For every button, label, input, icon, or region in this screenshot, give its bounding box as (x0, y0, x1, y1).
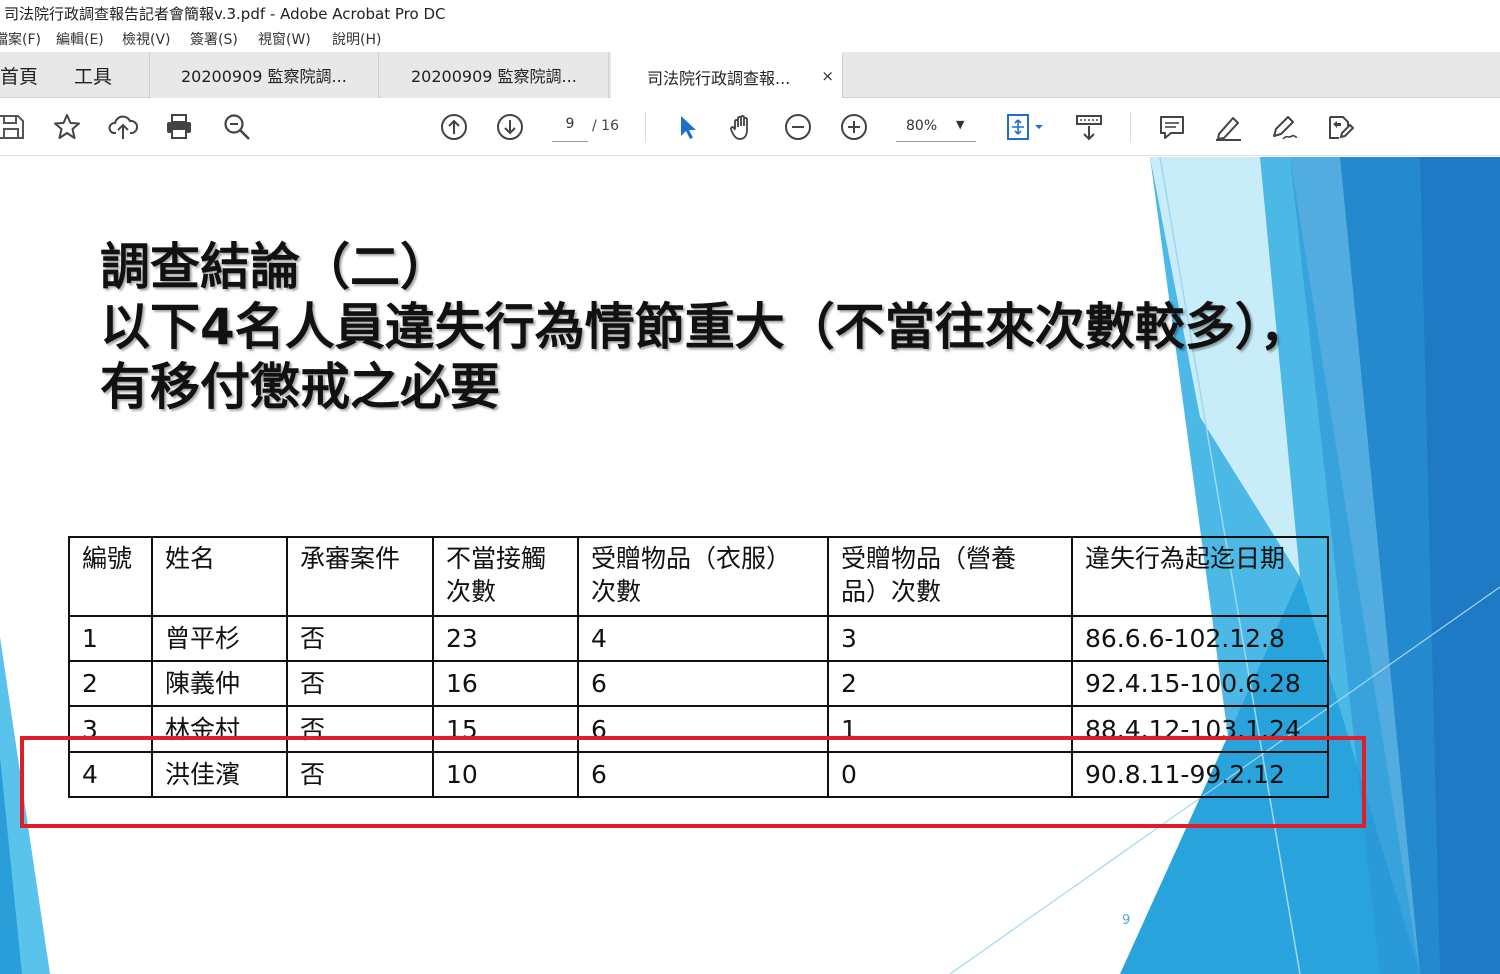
zoom-out-icon[interactable] (781, 110, 815, 144)
tab-document-3-label: 司法院行政調查報... (647, 68, 791, 88)
zoom-level-select[interactable]: 80% ▼ (896, 116, 976, 142)
header-cell-supplements: 受贈物品（營養 品）次數 (827, 536, 1073, 617)
slide-title: 調查結論（二） 以下4名人員違失行為情節重大（不當往來次數較多）， 有移付懲戒之… (100, 237, 1360, 417)
slide-page-number: 9 (1122, 913, 1131, 928)
table-cell: 否 (286, 615, 434, 662)
table-cell: 86.6.6-102.12.8 (1071, 615, 1329, 662)
table-cell: 曾平杉 (151, 615, 288, 662)
tab-close-icon[interactable]: × (821, 67, 834, 85)
tab-document-3[interactable]: 司法院行政調查報... × (611, 52, 843, 99)
fit-page-icon[interactable] (1000, 110, 1048, 144)
table-cell: 23 (432, 615, 579, 662)
comment-icon[interactable] (1155, 110, 1189, 144)
header-cell-case: 承審案件 (286, 536, 434, 617)
table-header-row: 編號 姓名 承審案件 不當接觸 次數 受贈物品（衣服） 次數 受贈物品（營養 品）次數… (68, 536, 1329, 617)
table-cell: 6 (577, 660, 829, 707)
save-icon[interactable] (0, 110, 28, 144)
window-title: 司法院行政調查報告記者會簡報v.3.pdf - Adobe Acrobat Pr… (4, 5, 446, 23)
table-cell: 2 (827, 660, 1073, 707)
search-zoom-icon[interactable] (220, 110, 254, 144)
slide-title-line-2: 以下4名人員違失行為情節重大（不當往來次數較多）， (100, 298, 1310, 356)
slide-title-line-1: 調查結論（二） (100, 238, 450, 296)
menu-bar: 檔案(F) 編輯(E) 檢視(V) 簽署(S) 視窗(W) 說明(H) (0, 25, 1500, 51)
table-cell: 陳義仲 (151, 660, 288, 707)
menu-file[interactable]: 檔案(F) (0, 29, 41, 49)
highlight-annotation-box (20, 736, 1366, 828)
scroll-mode-icon[interactable] (1072, 110, 1106, 144)
header-cell-contacts: 不當接觸 次數 (432, 536, 579, 617)
highlight-pen-icon[interactable] (1211, 110, 1245, 144)
table-cell: 1 (68, 615, 153, 662)
tab-bar: 首頁 工具 20200909 監察院調... 20200909 監察院調... … (0, 52, 1500, 99)
tab-document-1[interactable]: 20200909 監察院調... (151, 52, 379, 98)
menu-window[interactable]: 視窗(W) (258, 29, 311, 49)
previous-page-icon[interactable] (437, 110, 471, 144)
next-page-icon[interactable] (493, 110, 527, 144)
select-cursor-icon[interactable] (670, 110, 704, 144)
header-cell-clothes: 受贈物品（衣服） 次數 (577, 536, 829, 617)
bookmark-star-icon[interactable] (50, 110, 84, 144)
fill-sign-icon[interactable] (1323, 110, 1357, 144)
header-cell-dates: 違失行為起迄日期 (1071, 536, 1329, 617)
menu-edit[interactable]: 編輯(E) (56, 29, 104, 49)
document-viewport[interactable]: 調查結論（二） 以下4名人員違失行為情節重大（不當往來次數較多）， 有移付懲戒之… (0, 157, 1500, 974)
table-cell: 否 (286, 660, 434, 707)
table-row: 1 曾平杉 否 23 4 3 86.6.6-102.12.8 (68, 615, 1329, 662)
window-titlebar: 司法院行政調查報告記者會簡報v.3.pdf - Adobe Acrobat Pr… (0, 0, 1500, 24)
tab-home-tools: 首頁 工具 (0, 52, 150, 98)
zoom-in-icon[interactable] (837, 110, 871, 144)
table-row: 2 陳義仲 否 16 6 2 92.4.15-100.6.28 (68, 660, 1329, 707)
tab-document-1-label: 20200909 監察院調... (181, 67, 347, 86)
tab-tools[interactable]: 工具 (74, 62, 112, 89)
header-cell-id: 編號 (68, 536, 153, 617)
table-cell: 4 (577, 615, 829, 662)
table-cell: 16 (432, 660, 579, 707)
chevron-down-icon: ▼ (956, 118, 965, 131)
page-number-input[interactable]: 9 (552, 116, 588, 142)
menu-view[interactable]: 檢視(V) (122, 29, 171, 49)
toolbar-divider (645, 112, 646, 142)
zoom-level-value: 80% (906, 118, 938, 134)
tab-document-2-label: 20200909 監察院調... (411, 67, 577, 86)
sign-pen-icon[interactable] (1267, 110, 1301, 144)
hand-tool-icon[interactable] (725, 110, 759, 144)
toolbar: 9 / 16 80% ▼ (0, 98, 1500, 156)
menu-help[interactable]: 說明(H) (332, 29, 381, 49)
table-cell: 3 (827, 615, 1073, 662)
cloud-upload-icon[interactable] (106, 110, 140, 144)
menu-sign[interactable]: 簽署(S) (190, 29, 238, 49)
tab-document-2[interactable]: 20200909 監察院調... (381, 52, 609, 98)
table-cell: 2 (68, 660, 153, 707)
tab-home[interactable]: 首頁 (0, 62, 38, 89)
table-cell: 92.4.15-100.6.28 (1071, 660, 1329, 707)
page-total: / 16 (592, 118, 619, 134)
print-icon[interactable] (162, 110, 196, 144)
toolbar-divider (1130, 112, 1131, 142)
header-cell-name: 姓名 (151, 536, 288, 617)
slide-title-line-3: 有移付懲戒之必要 (100, 358, 500, 416)
